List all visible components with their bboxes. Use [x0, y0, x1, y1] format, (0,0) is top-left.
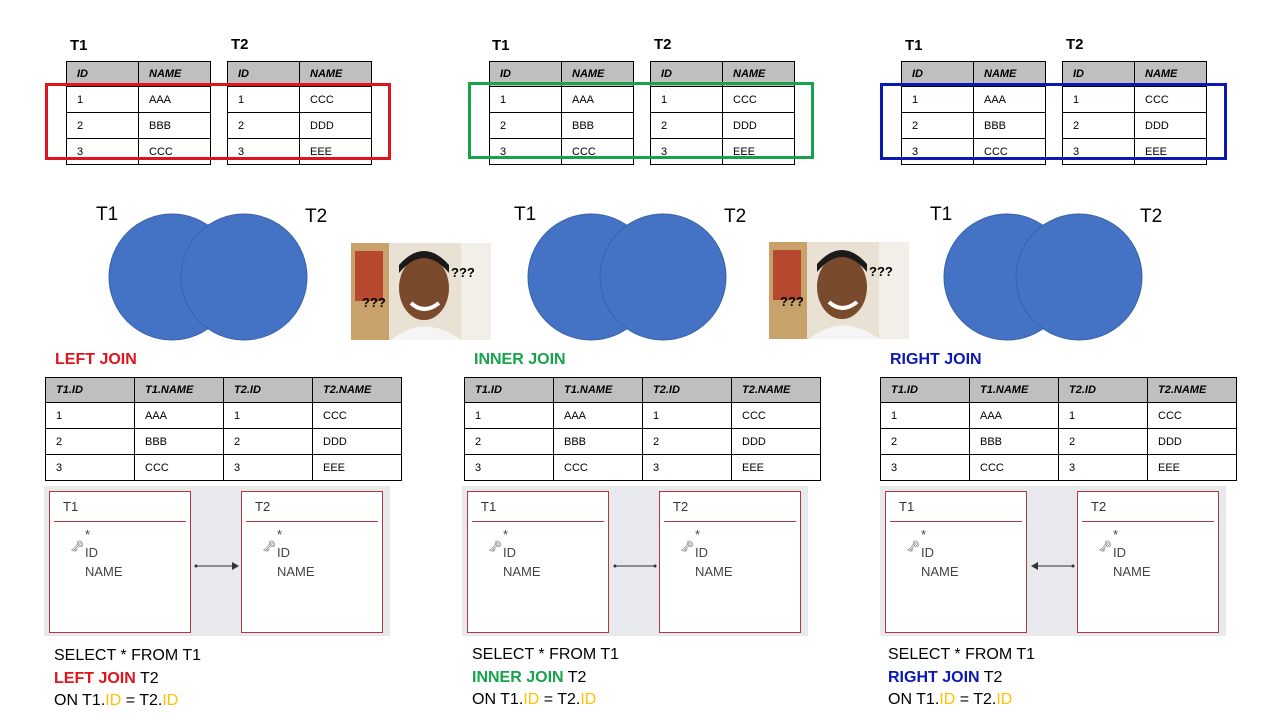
result-table: T1.ID T1.NAME T2.ID T2.NAME 1 AAA 1 CCC 2 BBB 2 D… [880, 377, 1237, 481]
svg-text:???: ??? [362, 295, 386, 310]
relationship-table-t1: T1 * 🗝︎ ID NAME [467, 491, 609, 633]
key-icon: 🗝︎ [1098, 541, 1112, 553]
sql-query: SELECT * FROM T1 RIGHT JOIN T2 ON T1.ID … [888, 646, 1035, 708]
table-t1-label: T1 [70, 37, 88, 54]
svg-text:???: ??? [869, 264, 893, 279]
relationship-table-t2: T2 * 🗝︎ ID NAME [1077, 491, 1219, 633]
table-t2-label: T2 [231, 36, 249, 53]
highlight-box-red [45, 83, 391, 160]
sql-query: SELECT * FROM T1 LEFT JOIN T2 ON T1.ID =… [54, 647, 201, 709]
sql-query: SELECT * FROM T1 INNER JOIN T2 ON T1.ID … [472, 646, 619, 708]
venn-diagram [943, 213, 1143, 341]
relationship-table-t2: T2 * 🗝︎ ID NAME [241, 491, 383, 633]
table-t1-label: T1 [905, 37, 923, 54]
key-icon: 🗝︎ [488, 541, 502, 553]
highlight-box-blue [880, 83, 1227, 160]
svg-text:???: ??? [780, 294, 804, 309]
relationship-arrow-left [1031, 562, 1075, 570]
relationship-line [613, 564, 657, 568]
table-t2-label: T2 [654, 36, 672, 53]
key-icon: 🗝︎ [906, 541, 920, 553]
key-icon: 🗝︎ [680, 541, 694, 553]
svg-text:???: ??? [451, 265, 475, 280]
key-icon: 🗝︎ [70, 541, 84, 553]
relationship-arrow-right [194, 562, 239, 570]
venn-diagram [527, 213, 727, 341]
join-title: LEFT JOIN [55, 351, 137, 368]
venn-diagram [108, 213, 308, 341]
join-title: RIGHT JOIN [890, 351, 982, 368]
highlight-box-green [468, 82, 814, 159]
relationship-table-t1: T1 * 🗝︎ ID NAME [885, 491, 1027, 633]
relationship-panel: T1 * 🗝︎ ID NAME T2 * 🗝︎ ID NAME [44, 486, 390, 636]
result-table: T1.ID T1.NAME T2.ID T2.NAME 1 AAA 1 CCC 2 BBB 2 D… [45, 377, 402, 481]
join-title: INNER JOIN [474, 351, 566, 368]
relationship-panel: T1 * 🗝︎ ID NAME T2 * 🗝︎ ID NAME [462, 486, 808, 636]
key-icon: 🗝︎ [262, 541, 276, 553]
meme-image-confused-man: ??? ??? [769, 242, 909, 339]
result-table: T1.ID T1.NAME T2.ID T2.NAME 1 AAA 1 CCC 2 BBB 2 D… [464, 377, 821, 481]
relationship-panel: T1 * 🗝︎ ID NAME T2 * 🗝︎ ID NAME [880, 486, 1226, 636]
relationship-table-t2: T2 * 🗝︎ ID NAME [659, 491, 801, 633]
relationship-table-t1: T1 * 🗝︎ ID NAME [49, 491, 191, 633]
table-t2-label: T2 [1066, 36, 1084, 53]
table-t1-label: T1 [492, 37, 510, 54]
meme-image-confused-man: ??? ??? [351, 243, 491, 340]
